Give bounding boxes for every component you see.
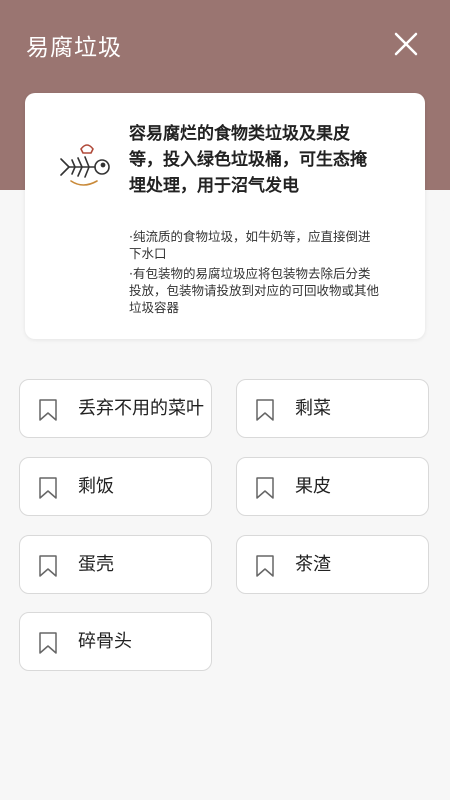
item-label: 茶渣 xyxy=(295,553,331,575)
item-tea-dregs[interactable]: 茶渣 xyxy=(236,535,429,594)
category-description: 容易腐烂的食物类垃圾及果皮等，投入绿色垃圾桶，可生态掩埋处理，用于沼气发电 xyxy=(129,124,367,196)
category-info-card: 容易腐烂的食物类垃圾及果皮等，投入绿色垃圾桶，可生态掩埋处理，用于沼气发电 ·纯… xyxy=(25,93,425,339)
item-leftover-dishes[interactable]: 剩菜 xyxy=(236,379,429,438)
item-leftover-rice[interactable]: 剩饭 xyxy=(19,457,212,516)
item-label: 剩菜 xyxy=(295,397,331,419)
note-packaging: ·有包装物的易腐垃圾应将包装物去除后分类投放，包装物请投放到对应的可回收物或其他… xyxy=(129,266,380,315)
page-title: 易腐垃圾 xyxy=(26,35,122,61)
item-bone-fragments[interactable]: 碎骨头 xyxy=(19,612,212,671)
item-label: 丢弃不用的菜叶 xyxy=(78,397,204,419)
fish-bone-icon xyxy=(60,144,110,186)
item-label: 果皮 xyxy=(295,475,331,497)
bookmark-icon xyxy=(39,555,57,577)
close-button[interactable] xyxy=(392,30,420,58)
bookmark-icon xyxy=(39,632,57,654)
bookmark-icon xyxy=(256,555,274,577)
bookmark-icon xyxy=(39,477,57,499)
close-icon xyxy=(394,32,418,56)
item-vegetable-leaves[interactable]: 丢弃不用的菜叶 xyxy=(19,379,212,438)
item-fruit-peel[interactable]: 果皮 xyxy=(236,457,429,516)
bookmark-icon xyxy=(256,477,274,499)
note-liquid-food: ·纯流质的食物垃圾，如牛奶等，应直接倒进下水口 xyxy=(129,229,371,261)
bookmark-icon xyxy=(256,399,274,421)
item-label: 蛋壳 xyxy=(78,553,114,575)
item-label: 剩饭 xyxy=(78,475,114,497)
item-eggshell[interactable]: 蛋壳 xyxy=(19,535,212,594)
item-label: 碎骨头 xyxy=(78,630,132,652)
bookmark-icon xyxy=(39,399,57,421)
